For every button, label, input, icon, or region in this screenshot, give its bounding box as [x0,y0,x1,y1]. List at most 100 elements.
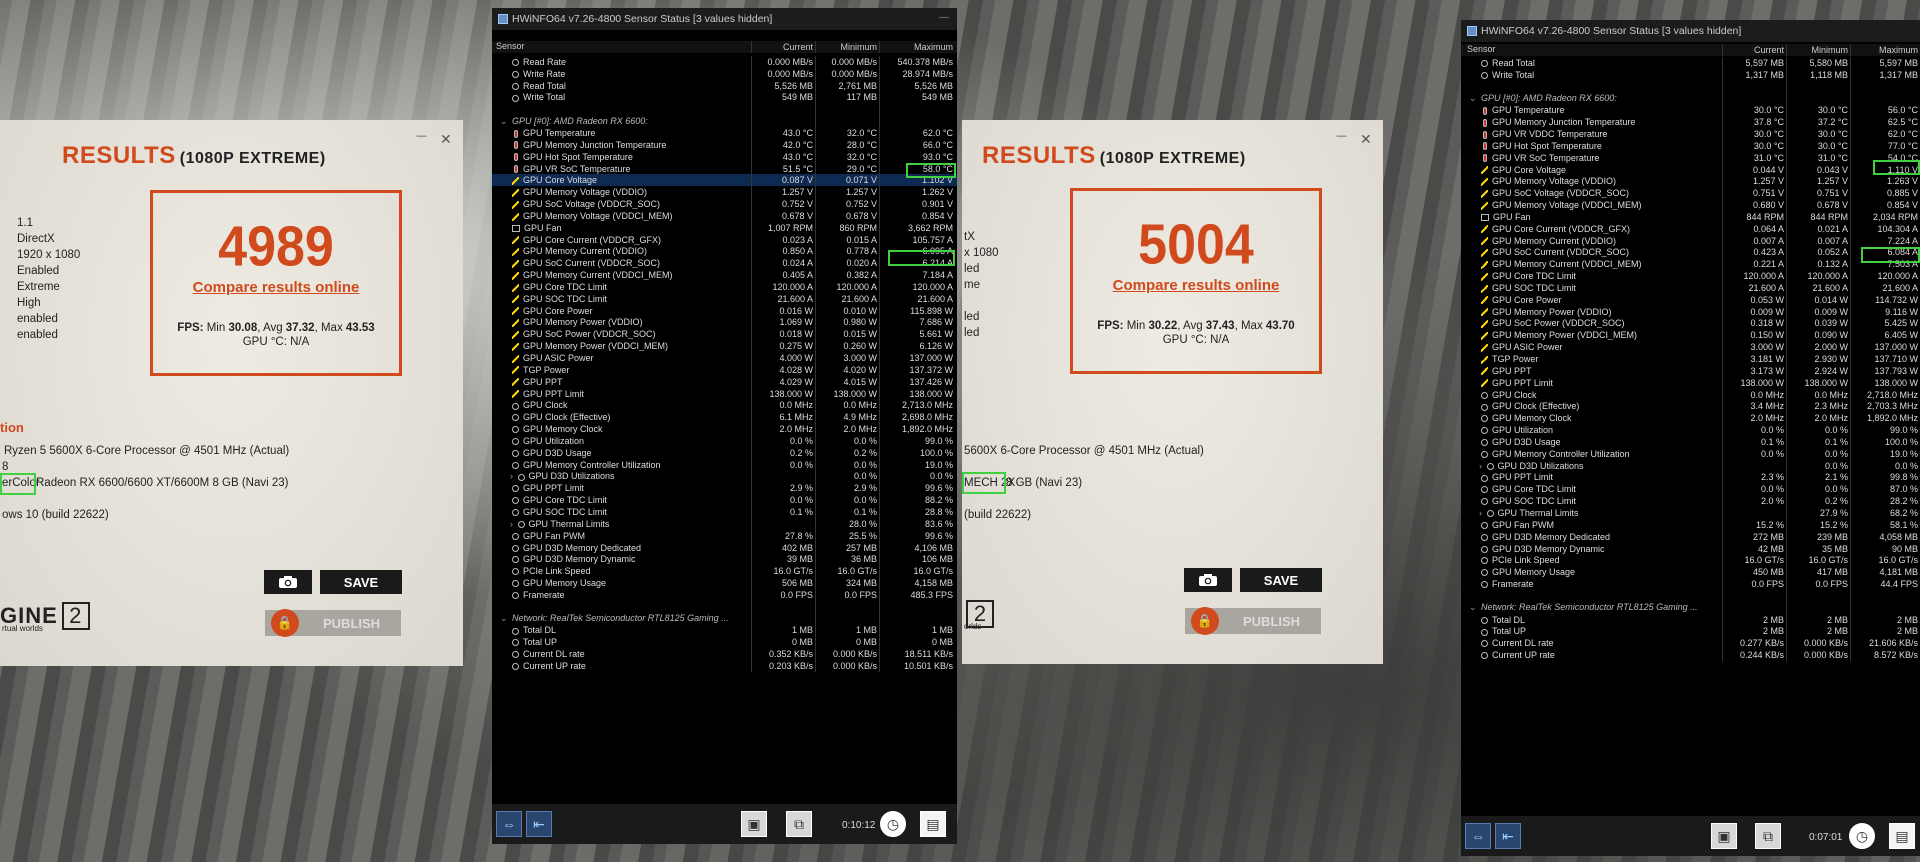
sensor-row[interactable]: GPU VR SoC Temperature 51.5 °C 29.0 °C 58.0… [492,162,957,175]
sensor-row[interactable]: GPU SOC TDC Limit 2.0 % 0.2 % 28.2 % [1461,495,1920,508]
sensor-row[interactable]: Current UP rate 0.203 KB/s 0.000 KB/s 10.50… [492,660,957,672]
publish-button[interactable]: 🔒 PUBLISH [265,609,401,637]
minimize-button[interactable]: — [939,12,949,23]
sensor-row[interactable]: GPU Memory Clock 2.0 MHz 2.0 MHz 1,892.0 MH… [492,423,957,435]
sensor-row[interactable]: GPU SoC Power (VDDCR_SOC) 0.318 W 0.039 W5… [1461,317,1920,330]
sensor-row[interactable]: GPU PPT Limit 2.9 % 2.9 % 99.6 % [492,482,957,495]
expand-arrows-icon[interactable]: ⇔ [496,811,522,837]
clock-icon[interactable]: ◷ [880,811,906,837]
chevron-icon[interactable]: ⌄ [500,116,510,126]
clock-icon[interactable]: ◷ [1849,823,1875,849]
sensor-row[interactable]: GPU Clock (Effective) 3.4 MHz 2.3 MHz 2,703… [1461,400,1920,413]
sensor-row[interactable]: GPU Memory Usage 450 MB 417 MB 4,181 MB [1461,566,1920,579]
sensor-row[interactable]: GPU Memory Voltage (VDDIO) 1.257 V 1.257 V… [1461,175,1920,188]
sensor-row[interactable]: › GPU D3D Utilizations 0.0 % 0.0 % [492,470,957,483]
chevron-icon[interactable]: › [1479,508,1485,518]
sensor-row[interactable]: GPU Memory Junction Temperature 37.8 °C 37… [1461,116,1920,129]
network-icon[interactable]: ⧉ [786,811,812,837]
sensor-row[interactable]: GPU SOC TDC Limit 0.1 % 0.1 % 28.8 % [492,506,957,518]
compare-online-link[interactable]: Compare results online [1113,277,1280,294]
sensor-row[interactable]: GPU D3D Usage 0.2 % 0.2 % 100.0 % [492,446,957,459]
sensor-row[interactable]: GPU Fan 1,007 RPM 860 RPM 3,662 RPM [492,221,957,234]
close-button[interactable]: ✕ [1360,132,1372,148]
sensor-row[interactable] [492,600,957,613]
sensor-row[interactable]: Framerate 0.0 FPS 0.0 FPS 44.4 FPS [1461,578,1920,590]
sensor-row[interactable]: GPU Memory Voltage (VDDCI_MEM) 0.678 V 0.6… [492,209,957,222]
sensor-row[interactable]: GPU Clock 0.0 MHz 0.0 MHz 2,713.0 MHz [492,399,957,412]
sensor-row[interactable]: GPU Memory Controller Utilization 0.0 % 0.… [492,458,957,471]
sensor-row[interactable]: GPU Memory Voltage (VDDIO) 1.257 V 1.257 V… [492,186,957,199]
sensor-row[interactable]: GPU Memory Voltage (VDDCI_MEM) 0.680 V 0.6… [1461,199,1920,211]
col-sensor[interactable]: Sensor [492,41,751,53]
chevron-icon[interactable]: › [510,471,516,481]
save-button[interactable]: SAVE [1240,568,1322,592]
sensor-row[interactable]: GPU Hot Spot Temperature 43.0 °C 32.0 °C 93… [492,150,957,163]
sensor-row[interactable]: GPU Memory Current (VDDCI_MEM) 0.221 A 0.1… [1461,258,1920,271]
sensor-row[interactable]: TGP Power 3.181 W 2.930 W 137.710 W [1461,353,1920,365]
sensor-row[interactable]: GPU PPT 3.173 W 2.924 W 137.793 W [1461,364,1920,377]
sensor-row[interactable]: PCIe Link Speed 16.0 GT/s 16.0 GT/s 16.0 GT… [1461,554,1920,567]
report-icon[interactable]: ▤ [920,811,946,837]
sensor-group-row[interactable]: ⌄ GPU [#0]: AMD Radeon RX 6600: [1461,92,1920,105]
chevron-icon[interactable]: ⌄ [1469,602,1479,612]
sensor-row[interactable] [1461,589,1920,602]
sensor-row[interactable]: Read Rate 0.000 MB/s 0.000 MB/s 540.378 MB/… [492,56,957,68]
minimize-button[interactable]: — [1336,129,1347,142]
sensor-row[interactable]: GPU D3D Memory Dedicated 272 MB 239 MB 4,05… [1461,530,1920,543]
sensor-row[interactable]: GPU Memory Clock 2.0 MHz 2.0 MHz 1,892.0 MH… [1461,412,1920,425]
chevron-icon[interactable]: › [1479,461,1485,471]
sensor-row[interactable]: Current DL rate 0.352 KB/s 0.000 KB/s 18.51… [492,648,957,661]
sensor-row[interactable]: GPU Utilization 0.0 % 0.0 % 99.0 % [492,435,957,447]
screenshot-button[interactable] [1184,568,1232,592]
sensor-row[interactable]: GPU Fan PWM 15.2 % 15.2 % 58.1 % [1461,518,1920,531]
sensor-row[interactable]: TGP Power 4.028 W 4.020 W 137.372 W [492,363,957,376]
sensor-row[interactable]: GPU D3D Memory Dedicated 402 MB 257 MB 4,10… [492,541,957,554]
sensor-row[interactable]: Current DL rate 0.277 KB/s 0.000 KB/s 21.60… [1461,637,1920,650]
sensor-row[interactable]: GPU PPT 4.029 W 4.015 W 137.426 W [492,375,957,388]
col-sensor[interactable]: Sensor [1461,44,1722,56]
sensor-row[interactable]: GPU ASIC Power 4.000 W 3.000 W 137.000 W [492,352,957,364]
minimize-button[interactable]: — [416,129,427,142]
sensor-row[interactable]: GPU Temperature 30.0 °C 30.0 °C 56.0 °C [1461,104,1920,117]
sensor-row[interactable]: PCIe Link Speed 16.0 GT/s 16.0 GT/s 16.0 GT… [492,565,957,578]
collapse-arrows-icon[interactable]: ⇤ [526,811,552,837]
sensor-row[interactable]: GPU PPT Limit 138.000 W 138.000 W 138.000 W [1461,376,1920,389]
sensor-row[interactable]: GPU D3D Memory Dynamic 42 MB 35 MB 90 MB [1461,542,1920,555]
sensor-row[interactable]: GPU SoC Voltage (VDDCR_SOC) 0.751 V 0.751 … [1461,187,1920,200]
sensor-row[interactable]: Total UP 0 MB 0 MB 0 MB [492,636,957,649]
sensor-row[interactable]: GPU Core TDC Limit 120.000 A 120.000 A 120.… [492,281,957,293]
sensor-row[interactable]: Write Total 549 MB 117 MB 549 MB [492,91,957,104]
chevron-icon[interactable]: › [510,519,516,529]
sensor-row[interactable]: GPU Core Current (VDDCR_GFX) 0.023 A 0.015… [492,233,957,246]
sensor-row[interactable]: GPU Core Voltage 0.044 V 0.043 V 1.110 V [1461,163,1920,176]
sensor-row[interactable]: GPU Memory Current (VDDIO) 0.007 A 0.007 A… [1461,234,1920,247]
sensor-row[interactable]: GPU Memory Junction Temperature 42.0 °C 28… [492,138,957,151]
sensor-row[interactable]: Total DL 2 MB 2 MB 2 MB [1461,613,1920,626]
sensor-row[interactable]: GPU PPT Limit 2.3 % 2.1 % 99.8 % [1461,471,1920,484]
sensor-row[interactable]: Current UP rate 0.244 KB/s 0.000 KB/s 8.572… [1461,649,1920,662]
sensor-row[interactable]: GPU Core TDC Limit 0.0 % 0.0 % 88.2 % [492,494,957,507]
col-current[interactable]: Current [1722,44,1786,56]
sensor-row[interactable]: Read Total 5,597 MB 5,580 MB 5,597 MB [1461,57,1920,69]
sensor-row[interactable]: GPU SoC Power (VDDCR_SOC) 0.018 W 0.015 W5… [492,328,957,341]
sensor-row[interactable]: GPU Memory Power (VDDIO) 0.009 W 0.009 W 9.… [1461,305,1920,318]
sensor-row[interactable]: GPU ASIC Power 3.000 W 2.000 W 137.000 W [1461,341,1920,354]
col-maximum[interactable]: Maximum [1850,44,1920,56]
sensor-row[interactable]: GPU Memory Power (VDDCI_MEM) 0.150 W 0.090… [1461,329,1920,342]
sensor-row[interactable]: Read Total 5,526 MB 2,761 MB 5,526 MB [492,79,957,92]
chevron-icon[interactable]: ⌄ [500,613,510,623]
col-maximum[interactable]: Maximum [879,41,955,53]
chevron-icon[interactable]: ⌄ [1469,93,1479,103]
save-button[interactable]: SAVE [320,570,402,594]
monitor-icon[interactable]: ▣ [741,811,767,837]
sensor-row[interactable]: › GPU Thermal Limits 28.0 % 83.6 % [492,517,957,530]
report-icon[interactable]: ▤ [1889,823,1915,849]
sensor-row[interactable]: GPU PPT Limit 138.000 W 138.000 W 138.000 W [492,387,957,400]
sensor-row[interactable]: Total DL 1 MB 1 MB 1 MB [492,624,957,637]
sensor-row[interactable]: › GPU Thermal Limits 27.9 % 68.2 % [1461,507,1920,519]
sensor-row[interactable]: GPU D3D Memory Dynamic 39 MB 36 MB 106 MB [492,553,957,566]
sensor-row[interactable]: GPU Core Power 0.016 W 0.010 W 115.898 W [492,304,957,317]
sensor-row[interactable]: GPU Core TDC Limit 120.000 A 120.000 A 120.… [1461,270,1920,283]
sensor-row[interactable]: GPU Fan PWM 27.8 % 25.5 % 99.6 % [492,529,957,542]
sensor-group-row[interactable]: ⌄ Network: RealTek Semiconductor RTL8125… [492,612,957,625]
